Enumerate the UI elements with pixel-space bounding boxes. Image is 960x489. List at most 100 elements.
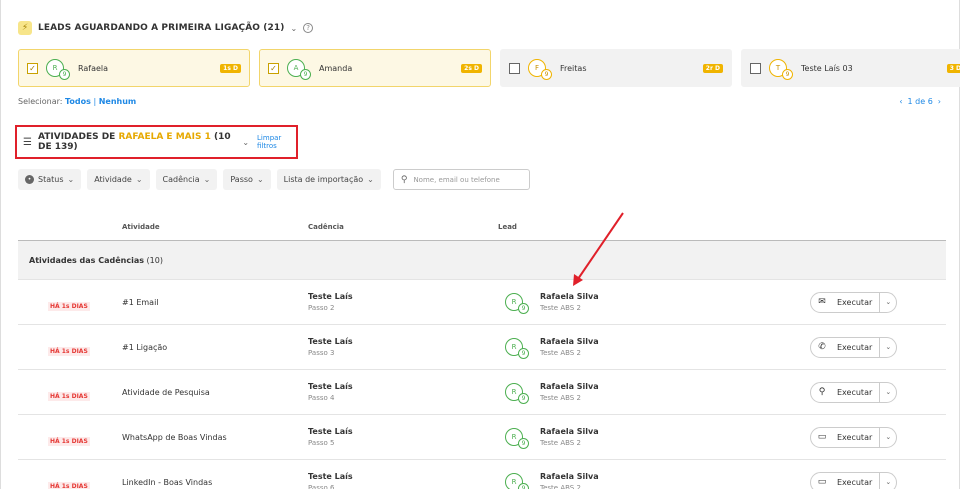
execute-button[interactable]: ✉ Executar ⌄ xyxy=(810,291,898,313)
overdue-badge: HÁ 1s DIAS xyxy=(48,346,90,356)
activity-type-icon: ✆ xyxy=(818,342,826,352)
execute-button[interactable]: ⚲ Executar ⌄ xyxy=(810,381,898,403)
table-row[interactable]: HÁ 1s DIAS WhatsApp de Boas Vindas Teste L… xyxy=(18,415,946,460)
lead-name[interactable]: Rafaela Silva xyxy=(540,427,599,436)
filter-bar: • Status ⌄ Atividade ⌄ Cadência ⌄ Passo ⌄ Lista d… xyxy=(18,169,530,190)
lead-card[interactable]: ✓ R 9 Rafaela 1s D xyxy=(18,49,250,87)
checkbox[interactable]: ✓ xyxy=(268,62,279,74)
chevron-down-icon[interactable]: ⌄ xyxy=(879,292,896,312)
chevron-down-icon[interactable]: ⌄ xyxy=(242,138,249,147)
status-icon: • xyxy=(25,175,34,184)
bolt-icon: ⚡ xyxy=(18,21,32,35)
select-all-link[interactable]: Todos xyxy=(65,97,91,106)
cadence-name[interactable]: Teste Laís xyxy=(308,382,498,391)
table-row[interactable]: HÁ 1s DIAS Atividade de Pesquisa Teste Laí… xyxy=(18,370,946,415)
select-none-link[interactable]: Nenhum xyxy=(99,97,137,106)
avatar-initial: R xyxy=(511,298,517,306)
avatar-count: 9 xyxy=(518,438,529,449)
table-row[interactable]: HÁ 1s DIAS #1 Ligação Teste Laís Passo 3R9R… xyxy=(18,325,946,370)
activities-title[interactable]: ATIVIDADES DE RAFAELA E MAIS 1 (10 DE 13… xyxy=(38,132,236,152)
execute-button[interactable]: ▭ Executar ⌄ xyxy=(810,471,898,489)
cadence-name[interactable]: Teste Laís xyxy=(308,292,498,301)
activity-name[interactable]: Atividade de Pesquisa xyxy=(122,388,308,397)
avatar: R9 xyxy=(46,59,70,80)
group-label: Atividades das Cadências xyxy=(29,255,144,265)
filter-lista-de-importa-o[interactable]: Lista de importação ⌄ xyxy=(276,169,381,190)
filter-passo[interactable]: Passo ⌄ xyxy=(223,169,271,190)
chevron-down-icon: ⌄ xyxy=(203,175,211,184)
cadence-step: Passo 4 xyxy=(308,394,335,402)
avatar: F9 xyxy=(528,59,552,80)
overdue-badge: HÁ 1s DIAS xyxy=(48,301,90,311)
filter-atividade[interactable]: Atividade ⌄ xyxy=(87,169,150,190)
chevron-down-icon[interactable]: ⌄ xyxy=(879,472,896,489)
lead-card-name: Teste Laís 03 xyxy=(801,63,853,73)
table-row[interactable]: HÁ 1s DIAS #1 Email Teste Laís Passo 2 R 9 Raf… xyxy=(18,280,946,325)
avatar-initial: A xyxy=(293,64,299,72)
search-input[interactable] xyxy=(413,175,519,184)
activity-name[interactable]: #1 Ligação xyxy=(122,343,308,352)
execute-button[interactable]: ✆ Executar ⌄ xyxy=(810,336,898,358)
lead-name[interactable]: Rafaela Silva xyxy=(540,472,599,481)
execute-button[interactable]: ▭ Executar ⌄ xyxy=(810,426,898,448)
table-row[interactable]: HÁ 1s DIAS LinkedIn - Boas Vindas Teste La… xyxy=(18,460,946,489)
execute-label: Executar xyxy=(837,297,873,307)
execute-label: Executar xyxy=(837,387,873,397)
activities-table: Atividade Cadência Lead Atividades das C… xyxy=(18,214,946,489)
avatar-initial: R xyxy=(511,343,517,351)
avatar: A9 xyxy=(287,59,311,80)
avatar-initial: R xyxy=(511,433,517,441)
leads-title[interactable]: LEADS AGUARDANDO A PRIMEIRA LIGAÇÃO (21) xyxy=(38,23,284,33)
help-icon[interactable]: ? xyxy=(303,23,314,33)
execute-label: Executar xyxy=(837,342,873,352)
pager-label: 1 de 6 xyxy=(907,97,933,106)
table-header: Atividade Cadência Lead xyxy=(18,214,946,241)
chevron-right-icon[interactable]: › xyxy=(938,97,941,106)
lead-card[interactable]: ✓ A 9 Amanda 2s D xyxy=(259,49,491,87)
cadence-step: Passo 6 xyxy=(308,484,335,489)
pager: ‹ 1 de 6 › xyxy=(899,97,941,106)
chevron-down-icon[interactable]: ⌄ xyxy=(879,382,896,402)
avatar-count: 9 xyxy=(541,69,552,80)
chevron-down-icon: ⌄ xyxy=(135,175,143,184)
lead-card[interactable]: F 9 Freitas 2r D xyxy=(500,49,732,87)
checkbox[interactable] xyxy=(750,62,761,74)
lead-name[interactable]: Rafaela Silva xyxy=(540,292,599,301)
lead-card-name: Rafaela xyxy=(78,63,109,73)
activity-name[interactable]: #1 Email xyxy=(122,298,308,307)
lead-company: Teste ABS 2 xyxy=(540,439,581,447)
lead-company: Teste ABS 2 xyxy=(540,484,581,489)
lead-card[interactable]: T 9 Teste Laís 03 3 D xyxy=(741,49,960,87)
chevron-down-icon[interactable]: ⌄ xyxy=(879,337,896,357)
avatar-count: 9 xyxy=(518,393,529,404)
avatar: R9 xyxy=(505,293,529,314)
avatar: R9 xyxy=(505,338,529,359)
cadence-name[interactable]: Teste Laís xyxy=(308,427,498,436)
overdue-badge: HÁ 1s DIAS xyxy=(48,481,90,489)
checkbox[interactable]: ✓ xyxy=(27,62,38,74)
lead-name[interactable]: Rafaela Silva xyxy=(540,337,599,346)
chevron-left-icon[interactable]: ‹ xyxy=(899,97,902,106)
clear-filters-link[interactable]: Limpar filtros xyxy=(257,134,296,150)
time-badge: 2r D xyxy=(702,63,723,73)
chevron-down-icon[interactable]: ⌄ xyxy=(879,427,896,447)
cadence-name[interactable]: Teste Laís xyxy=(308,337,498,346)
avatar: T9 xyxy=(769,59,793,80)
column-activity: Atividade xyxy=(122,223,160,231)
group-row[interactable]: Atividades das Cadências (10) xyxy=(18,241,946,280)
column-lead: Lead xyxy=(498,223,517,231)
avatar-count: 9 xyxy=(518,303,529,314)
avatar-initial: R xyxy=(511,478,517,486)
chevron-down-icon: ⌄ xyxy=(67,175,75,184)
cadence-name[interactable]: Teste Laís xyxy=(308,472,498,481)
chevron-down-icon[interactable]: ⌄ xyxy=(290,24,297,33)
checkbox[interactable] xyxy=(509,62,520,74)
filter-cad-ncia[interactable]: Cadência ⌄ xyxy=(155,169,218,190)
time-badge: 1s D xyxy=(220,63,241,73)
lead-name[interactable]: Rafaela Silva xyxy=(540,382,599,391)
filter-status[interactable]: • Status ⌄ xyxy=(18,169,82,190)
activity-name[interactable]: WhatsApp de Boas Vindas xyxy=(122,433,308,442)
avatar-initial: T xyxy=(775,64,781,72)
activity-name[interactable]: LinkedIn - Boas Vindas xyxy=(122,478,308,487)
chevron-down-icon: ⌄ xyxy=(367,175,374,184)
